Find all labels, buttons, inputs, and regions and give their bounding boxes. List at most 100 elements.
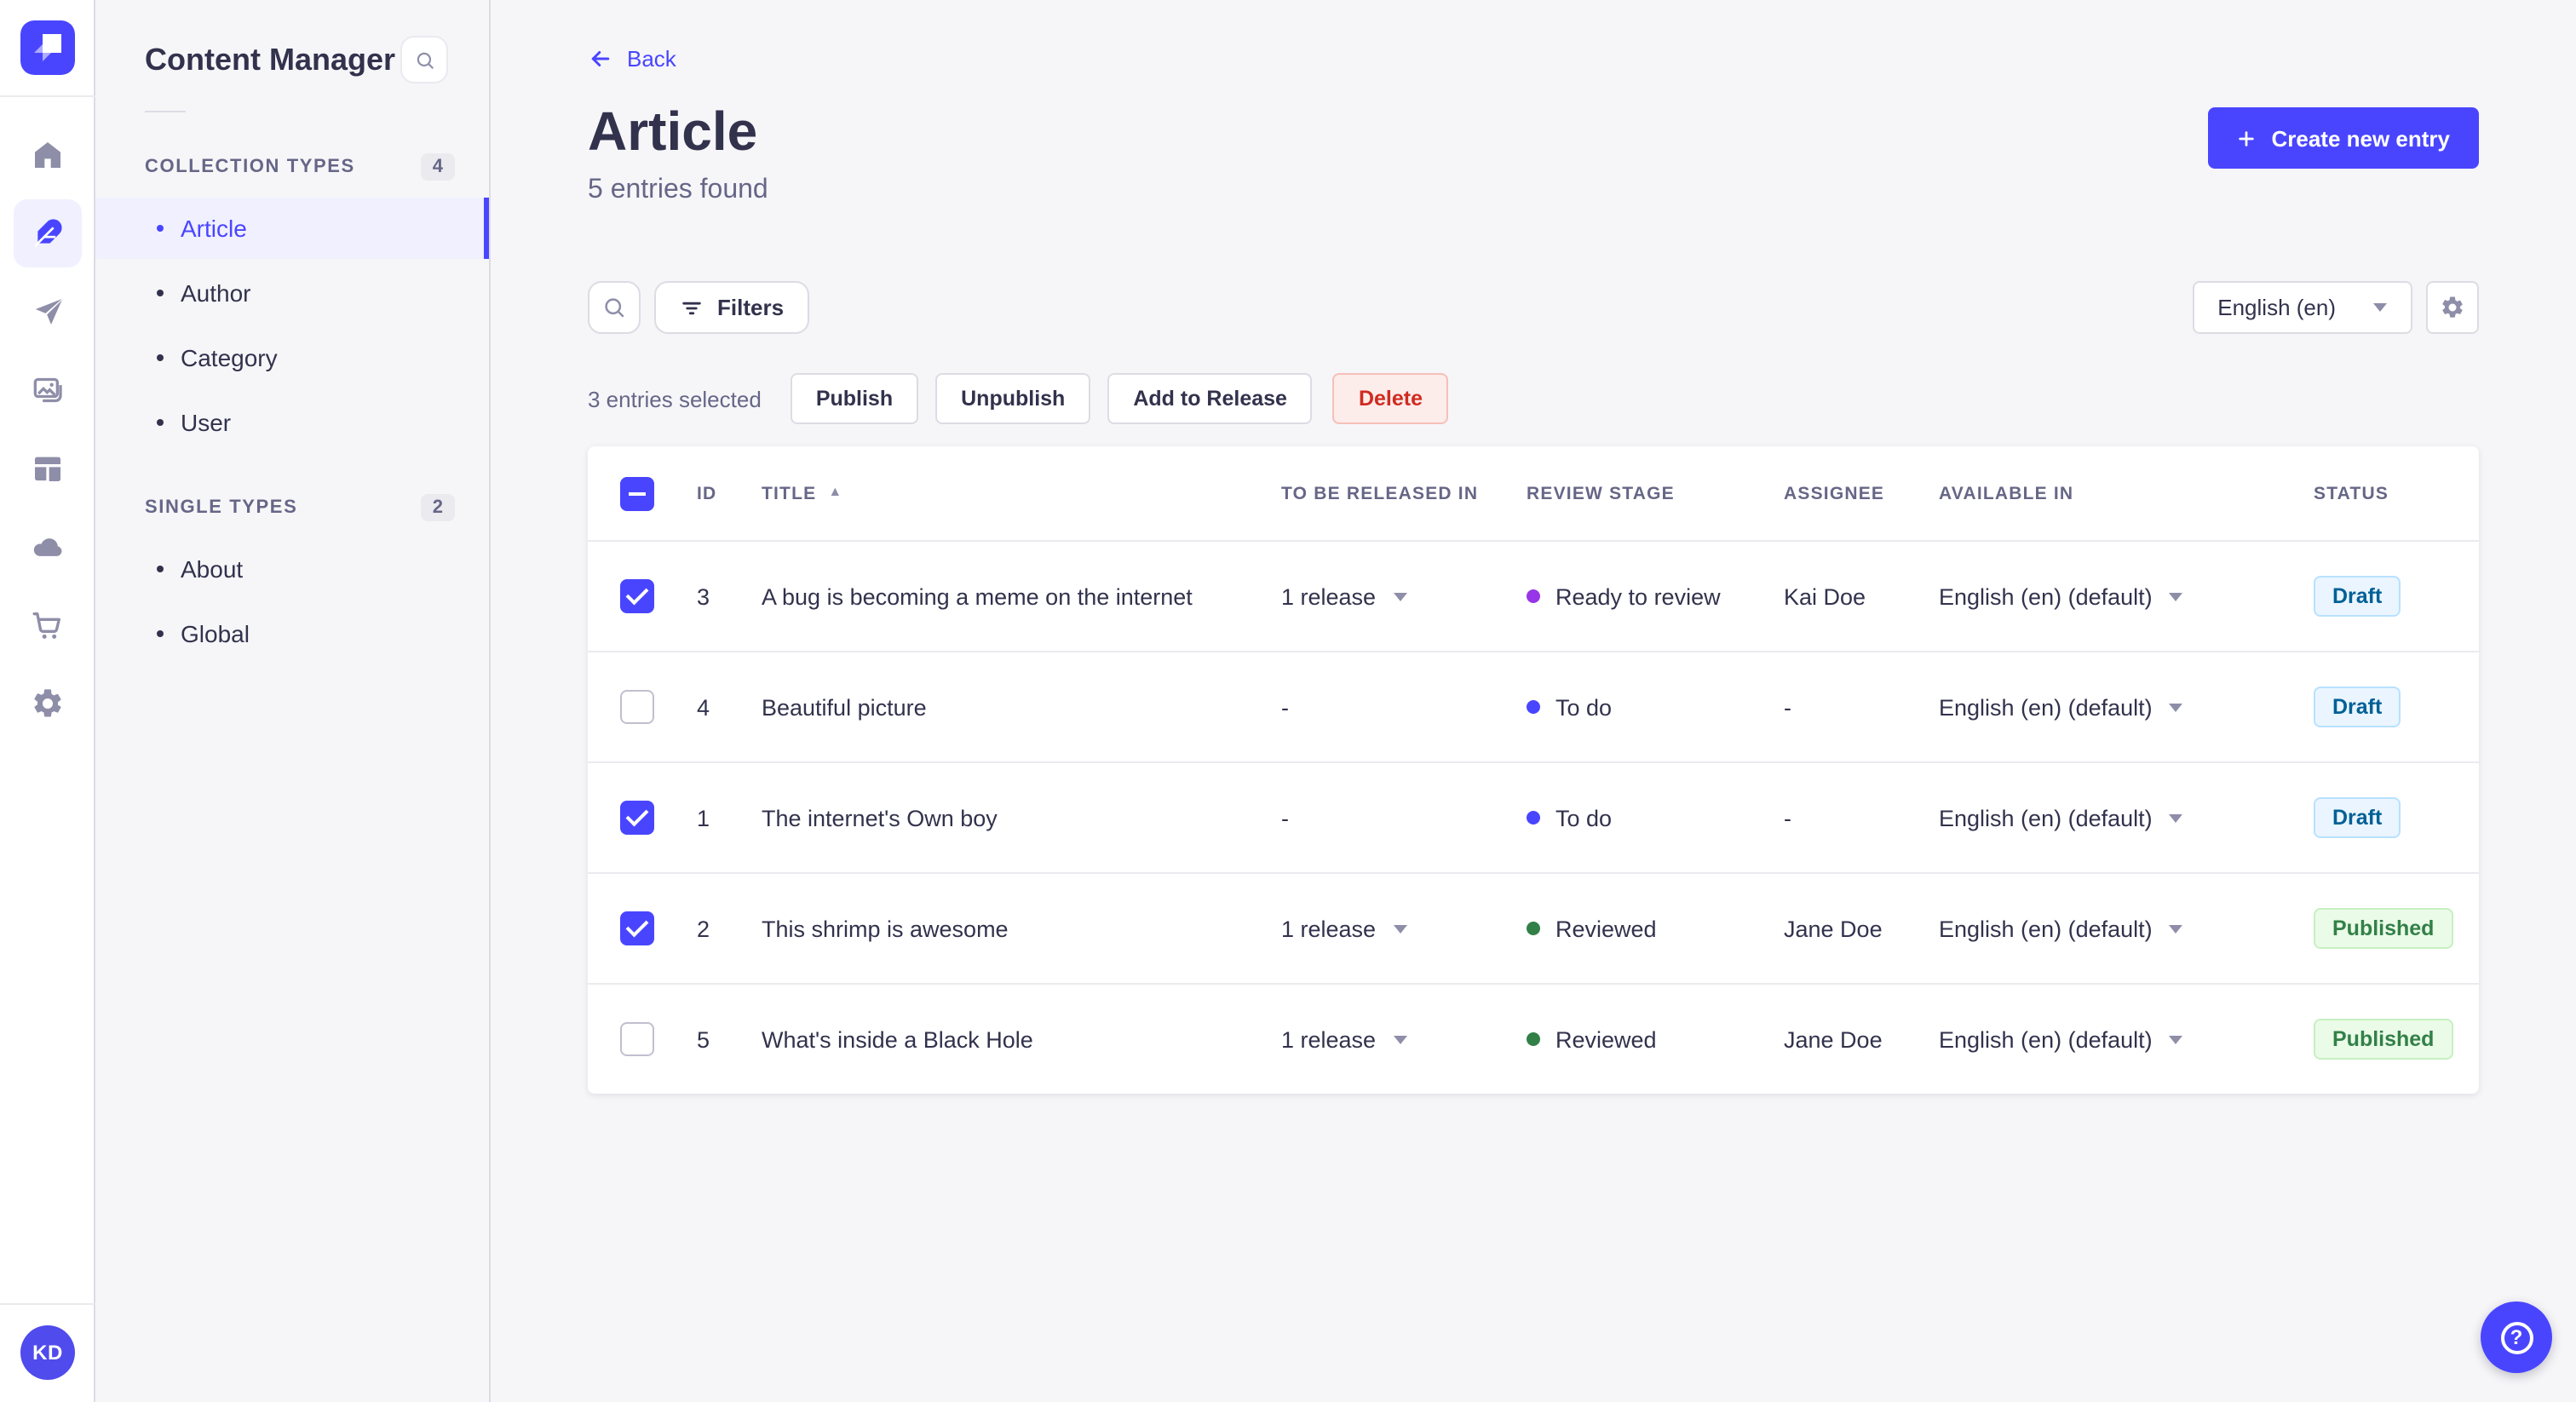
subnav-item-global[interactable]: Global xyxy=(95,603,489,664)
row-title[interactable]: The internet's Own boy xyxy=(762,805,1281,830)
subnav-item-about[interactable]: About xyxy=(95,538,489,600)
table-row[interactable]: 5 What's inside a Black Hole 1 release R… xyxy=(588,983,2479,1094)
search-icon xyxy=(416,51,433,68)
subnav-search-button[interactable] xyxy=(400,36,448,83)
nav-rail: KD xyxy=(0,0,95,1402)
bullet-icon xyxy=(157,566,164,572)
locale-select[interactable]: English (en) xyxy=(2192,281,2412,334)
row-release[interactable]: 1 release xyxy=(1281,583,1527,609)
select-all-checkbox[interactable] xyxy=(620,476,654,510)
bullet-icon xyxy=(157,419,164,426)
status-badge: Published xyxy=(2314,1019,2453,1060)
section-label: SINGLE TYPES xyxy=(145,497,298,518)
column-header-status[interactable]: STATUS xyxy=(2314,483,2479,503)
subnav-item-label: Article xyxy=(181,215,247,242)
table-row[interactable]: 3 A bug is becoming a meme on the intern… xyxy=(588,540,2479,651)
subnav-title: Content Manager xyxy=(145,42,396,76)
add-to-release-button[interactable]: Add to Release xyxy=(1107,373,1313,424)
subnav-item-article[interactable]: Article xyxy=(95,198,489,259)
column-header-available-in[interactable]: AVAILABLE IN xyxy=(1939,483,2314,503)
publish-button[interactable]: Publish xyxy=(790,373,919,424)
sidebar-home-icon[interactable] xyxy=(13,121,81,189)
column-header-id[interactable]: ID xyxy=(697,483,762,503)
row-available-in[interactable]: English (en) (default) xyxy=(1939,1026,2314,1052)
row-title[interactable]: This shrimp is awesome xyxy=(762,916,1281,941)
filters-button[interactable]: Filters xyxy=(654,281,810,334)
row-release[interactable]: 1 release xyxy=(1281,916,1527,941)
unpublish-button[interactable]: Unpublish xyxy=(935,373,1091,424)
user-avatar[interactable]: KD xyxy=(20,1325,75,1380)
plus-icon xyxy=(2239,130,2255,146)
column-header-assignee[interactable]: ASSIGNEE xyxy=(1784,483,1939,503)
chevron-down-icon xyxy=(2169,592,2183,600)
entries-count: 5 entries found xyxy=(588,175,768,204)
search-icon xyxy=(605,298,624,318)
row-checkbox[interactable] xyxy=(620,911,654,945)
app-screen: KD Content Manager COLLECTION TYPES 4 Ar… xyxy=(0,0,2576,1402)
sidebar-settings-gear-icon[interactable] xyxy=(13,669,81,738)
row-checkbox[interactable] xyxy=(620,579,654,613)
row-checkbox[interactable] xyxy=(620,801,654,835)
row-assignee: - xyxy=(1784,805,1791,830)
row-title[interactable]: What's inside a Black Hole xyxy=(762,1026,1281,1052)
column-header-review-stage[interactable]: REVIEW STAGE xyxy=(1527,483,1784,503)
table-row[interactable]: 4 Beautiful picture - To do - English (e… xyxy=(588,651,2479,761)
row-title[interactable]: Beautiful picture xyxy=(762,694,1281,720)
subnav-item-label: About xyxy=(181,555,244,583)
row-available-in[interactable]: English (en) (default) xyxy=(1939,583,2314,609)
view-settings-button[interactable] xyxy=(2426,281,2479,334)
row-available-in[interactable]: English (en) (default) xyxy=(1939,805,2314,830)
row-release[interactable]: - xyxy=(1281,805,1527,830)
sidebar-content-type-builder-icon[interactable] xyxy=(13,434,81,503)
bullet-icon xyxy=(157,290,164,296)
column-header-title[interactable]: TITLE ▲ xyxy=(762,483,1281,503)
row-available-in[interactable]: English (en) (default) xyxy=(1939,916,2314,941)
selection-bar: 3 entries selected Publish Unpublish Add… xyxy=(588,373,2479,424)
content-manager-subnav: Content Manager COLLECTION TYPES 4 Artic… xyxy=(95,0,491,1402)
row-assignee: - xyxy=(1784,694,1791,720)
chevron-down-icon xyxy=(1393,592,1407,600)
row-id: 4 xyxy=(697,694,710,720)
row-available-in[interactable]: English (en) (default) xyxy=(1939,694,2314,720)
row-review-stage[interactable]: Reviewed xyxy=(1527,916,1784,941)
divider xyxy=(145,111,186,112)
sidebar-cloud-icon[interactable] xyxy=(13,513,81,581)
subnav-item-category[interactable]: Category xyxy=(95,327,489,388)
chevron-down-icon xyxy=(2373,303,2387,312)
row-review-stage[interactable]: To do xyxy=(1527,694,1784,720)
back-link[interactable]: Back xyxy=(588,46,676,72)
row-checkbox[interactable] xyxy=(620,690,654,724)
row-assignee: Jane Doe xyxy=(1784,916,1883,941)
section-label: COLLECTION TYPES xyxy=(145,157,355,177)
status-badge: Draft xyxy=(2314,576,2401,617)
selection-count: 3 entries selected xyxy=(588,386,762,411)
table-row[interactable]: 1 The internet's Own boy - To do - Engli… xyxy=(588,761,2479,872)
page-title-block: Article 5 entries found xyxy=(588,104,768,206)
logo-cell[interactable] xyxy=(0,0,95,97)
sidebar-media-library-icon[interactable] xyxy=(13,356,81,424)
row-review-stage[interactable]: Reviewed xyxy=(1527,1026,1784,1052)
row-checkbox[interactable] xyxy=(620,1022,654,1056)
subnav-item-author[interactable]: Author xyxy=(95,262,489,324)
table-row[interactable]: 2 This shrimp is awesome 1 release Revie… xyxy=(588,872,2479,983)
chevron-down-icon xyxy=(1393,924,1407,933)
row-release[interactable]: - xyxy=(1281,694,1527,720)
row-id: 3 xyxy=(697,583,710,609)
question-mark-icon: ? xyxy=(2500,1321,2533,1353)
delete-button[interactable]: Delete xyxy=(1332,373,1449,424)
row-status: Draft xyxy=(2314,797,2479,838)
column-header-release[interactable]: TO BE RELEASED IN xyxy=(1281,483,1527,503)
row-title[interactable]: A bug is becoming a meme on the internet xyxy=(762,583,1281,609)
row-review-stage[interactable]: Ready to review xyxy=(1527,583,1784,609)
row-release[interactable]: 1 release xyxy=(1281,1026,1527,1052)
row-review-stage[interactable]: To do xyxy=(1527,805,1784,830)
section-count-badge: 4 xyxy=(420,153,455,181)
search-button[interactable] xyxy=(588,281,641,334)
help-button[interactable]: ? xyxy=(2481,1301,2552,1373)
sidebar-marketplace-cart-icon[interactable] xyxy=(13,591,81,659)
sidebar-releases-paper-plane-icon[interactable] xyxy=(13,278,81,346)
subnav-item-user[interactable]: User xyxy=(95,392,489,453)
create-new-entry-button[interactable]: Create new entry xyxy=(2208,107,2479,169)
sidebar-content-manager-feather-icon[interactable] xyxy=(13,199,81,267)
stage-dot-icon xyxy=(1527,1032,1540,1046)
